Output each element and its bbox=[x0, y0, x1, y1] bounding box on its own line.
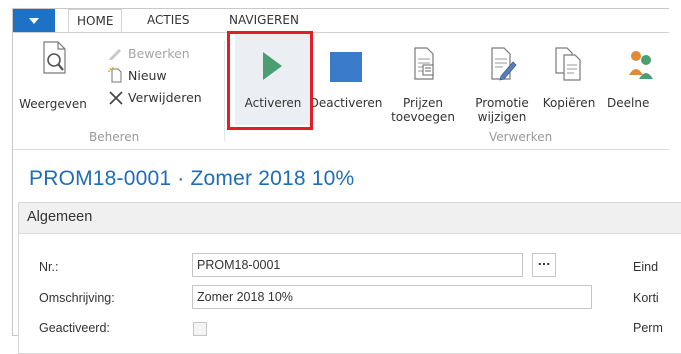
fasttab-header[interactable]: Algemeen bbox=[19, 203, 681, 234]
pencil-icon bbox=[107, 45, 125, 61]
application-menu-button[interactable] bbox=[13, 9, 55, 32]
caret-down-icon bbox=[29, 17, 39, 24]
nr-lookup-button[interactable]: ... bbox=[532, 253, 556, 277]
nieuw-button[interactable]: Nieuw bbox=[107, 67, 167, 83]
prijzen-toevoegen-label: Prijzen toevoegen bbox=[390, 96, 456, 124]
group-label-verwerken: Verwerken bbox=[489, 130, 553, 144]
copy-icon bbox=[555, 47, 581, 81]
nieuw-label: Nieuw bbox=[128, 67, 167, 83]
bewerken-button[interactable]: Bewerken bbox=[107, 45, 190, 61]
tab-navigeren[interactable]: NAVIGEREN bbox=[221, 9, 307, 32]
new-document-icon bbox=[107, 67, 125, 83]
omschrijving-label: Omschrijving: bbox=[39, 291, 115, 305]
promotie-wijzigen-button[interactable]: Promotie wijzigen bbox=[471, 37, 533, 125]
deelnemers-button[interactable]: Deelne bbox=[607, 37, 669, 125]
bewerken-label: Bewerken bbox=[128, 45, 190, 61]
geactiveerd-label: Geactiveerd: bbox=[39, 321, 110, 335]
nr-label: Nr.: bbox=[39, 260, 59, 274]
prijzen-line1: Prijzen bbox=[403, 96, 443, 110]
tab-home[interactable]: HOME bbox=[68, 9, 123, 32]
view-document-icon bbox=[43, 41, 66, 74]
deactiveren-button[interactable]: Deactiveren bbox=[309, 37, 383, 125]
general-fasttab: Algemeen Nr.: PROM18-0001 ... Omschrijvi… bbox=[18, 202, 681, 354]
deelnemers-label: Deelne bbox=[607, 96, 650, 110]
page-title: PROM18-0001 · Zomer 2018 10% bbox=[29, 167, 355, 190]
delete-x-icon bbox=[107, 89, 125, 105]
group-label-beheren: Beheren bbox=[89, 130, 140, 144]
perm-label: Perm bbox=[633, 321, 663, 335]
nr-field[interactable]: PROM18-0001 bbox=[192, 253, 523, 277]
fasttab-title: Algemeen bbox=[27, 209, 93, 225]
promotie-line1: Promotie bbox=[475, 96, 529, 110]
prijzen-line2: toevoegen bbox=[391, 110, 455, 124]
deactiveren-label: Deactiveren bbox=[309, 96, 383, 110]
eind-label: Eind bbox=[633, 260, 659, 274]
edit-document-icon bbox=[491, 47, 517, 81]
ribbon-tabstrip: HOME ACTIES NAVIGEREN bbox=[13, 9, 669, 33]
korting-label: Korti bbox=[633, 291, 659, 305]
prijzen-toevoegen-button[interactable]: Prijzen toevoegen bbox=[390, 37, 456, 125]
kopieren-label: Kopiëren bbox=[542, 96, 596, 110]
price-list-icon bbox=[414, 47, 434, 80]
verwijderen-label: Verwijderen bbox=[128, 89, 202, 105]
activeren-highlight-annotation bbox=[227, 31, 313, 130]
omschrijving-field[interactable]: Zomer 2018 10% bbox=[192, 285, 592, 309]
participants-icon bbox=[629, 51, 653, 79]
geactiveerd-checkbox[interactable] bbox=[193, 322, 207, 336]
kopieren-button[interactable]: Kopiëren bbox=[539, 37, 599, 125]
promotie-wijzigen-label: Promotie wijzigen bbox=[471, 96, 533, 124]
group-separator bbox=[224, 41, 225, 141]
stop-icon bbox=[330, 52, 362, 82]
weergeven-button[interactable]: Weergeven bbox=[13, 37, 93, 125]
tab-acties[interactable]: ACTIES bbox=[139, 9, 197, 32]
weergeven-label: Weergeven bbox=[19, 97, 87, 111]
promotie-line2: wijzigen bbox=[477, 110, 527, 124]
ribbon: Weergeven Bewerken Nieuw Verwijderen Beh… bbox=[13, 33, 669, 150]
verwijderen-button[interactable]: Verwijderen bbox=[107, 89, 202, 105]
